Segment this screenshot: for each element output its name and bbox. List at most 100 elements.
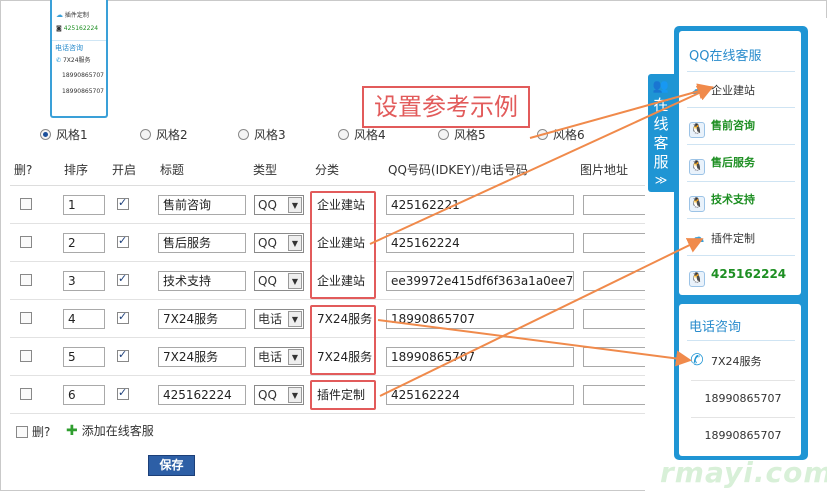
cloud-icon: ☁ [689, 80, 705, 98]
enabled-checkbox[interactable] [117, 310, 129, 324]
table-header: 删? 排序 开启 标题 类型 分类 QQ号码(IDKEY)/电话号码 图片地址 [10, 152, 650, 186]
header-title: 标题 [160, 163, 185, 177]
qq-input[interactable]: 18990865707 [386, 309, 574, 329]
row-delete-checkbox[interactable] [20, 312, 32, 324]
double-chevron-icon: ≫ [654, 173, 668, 187]
type-select[interactable]: QQ ▼ [254, 271, 304, 291]
title-input[interactable]: 售后服务 [158, 233, 246, 253]
radio-selected[interactable] [40, 129, 51, 140]
phone-service-card: 电话咨询 ✆ 7X24服务 18990865707 18990865707 [679, 304, 801, 456]
qq-contact-item[interactable]: 🐧 售后服务 [687, 149, 797, 177]
qq-contact-item[interactable]: 🐧 技术支持 [687, 186, 797, 214]
annotation-callout: 设置参考示例 [362, 86, 530, 128]
type-select[interactable]: 电话 ▼ [254, 347, 304, 367]
qq-icon: 🐧 [689, 196, 705, 212]
qq-input[interactable]: 425162224 [386, 233, 574, 253]
order-input[interactable]: 2 [63, 233, 105, 253]
qq-input[interactable]: ee39972e415df6f363a1a0ee7bf6 [386, 271, 574, 291]
category-highlight-box [310, 191, 376, 299]
type-select[interactable]: QQ ▼ [254, 385, 304, 405]
style-option-6[interactable]: 风格6 [537, 126, 585, 143]
phone-icon: ✆ [690, 350, 704, 369]
chevron-down-icon: ▼ [288, 387, 302, 403]
qq-input[interactable]: 18990865707 [386, 347, 574, 367]
image-input[interactable] [583, 233, 650, 253]
radio[interactable] [537, 129, 548, 140]
title-input[interactable]: 425162224 [158, 385, 246, 405]
title-input[interactable]: 技术支持 [158, 271, 246, 291]
divider [687, 71, 795, 72]
enabled-checkbox[interactable] [117, 234, 129, 248]
type-select[interactable]: QQ ▼ [254, 195, 304, 215]
header-order: 排序 [64, 163, 89, 177]
radio[interactable] [338, 129, 349, 140]
row-delete-checkbox[interactable] [20, 274, 32, 286]
radio[interactable] [238, 129, 249, 140]
select-all-delete[interactable]: 删? [16, 423, 50, 440]
chevron-down-icon: ▼ [288, 235, 302, 251]
phone-item: ✆ 7X24服务 [687, 346, 797, 374]
category-highlight-box [310, 305, 376, 375]
title-input[interactable]: 7X24服务 [158, 309, 246, 329]
row-delete-checkbox[interactable] [20, 236, 32, 248]
enabled-checkbox[interactable] [117, 272, 129, 286]
style-option-5[interactable]: 风格5 [438, 126, 486, 143]
radio[interactable] [438, 129, 449, 140]
row-delete-checkbox[interactable] [20, 198, 32, 210]
watermark: rmayi.com [660, 456, 827, 489]
enabled-checkbox[interactable] [117, 196, 129, 210]
style-option-1[interactable]: 风格1 [40, 126, 88, 143]
radio[interactable] [140, 129, 151, 140]
preview-number: 18990865707 [62, 88, 104, 95]
image-input[interactable] [583, 385, 650, 405]
qq-contact-item[interactable]: 🐧 425162224 [687, 260, 797, 288]
chevron-down-icon: ▼ [288, 273, 302, 289]
style-preview-thumbnail: ☁ 插件定制 ◙ 425162224 电话咨询 ✆ 7X24服务 1899086… [50, 0, 108, 118]
image-input[interactable] [583, 309, 650, 329]
order-input[interactable]: 1 [63, 195, 105, 215]
online-service-tab[interactable]: 👥 在 线 客 服 ≫ [648, 74, 674, 192]
header-image: 图片地址 [580, 163, 629, 177]
order-input[interactable]: 3 [63, 271, 105, 291]
header-delete: 删? [14, 163, 33, 177]
row-delete-checkbox[interactable] [20, 388, 32, 400]
row-delete-checkbox[interactable] [20, 350, 32, 362]
select-all-checkbox[interactable] [16, 426, 28, 438]
style-option-2[interactable]: 风格2 [140, 126, 188, 143]
order-input[interactable]: 6 [63, 385, 105, 405]
image-input[interactable] [583, 347, 650, 367]
qq-input[interactable]: 425162224 [386, 385, 574, 405]
qq-service-title: QQ在线客服 [689, 49, 762, 64]
save-button[interactable]: 保存 [148, 455, 195, 476]
image-input[interactable] [583, 195, 650, 215]
preview-item: ◙ 425162224 [56, 25, 99, 32]
divider [687, 107, 795, 108]
qq-icon: 🐧 [689, 271, 705, 287]
qq-input[interactable]: 425162221 [386, 195, 574, 215]
title-input[interactable]: 售前咨询 [158, 195, 246, 215]
qq-contact-item[interactable]: 🐧 售前咨询 [687, 112, 797, 140]
type-select[interactable]: 电话 ▼ [254, 309, 304, 329]
divider [687, 144, 795, 145]
add-service-link[interactable]: ✚ 添加在线客服 [66, 422, 154, 439]
style-option-3[interactable]: 风格3 [238, 126, 286, 143]
image-input[interactable] [583, 271, 650, 291]
type-select[interactable]: QQ ▼ [254, 233, 304, 253]
phone-service-title: 电话咨询 [689, 320, 742, 335]
header-type: 类型 [253, 163, 278, 177]
group-label: ☁ 企业建站 [687, 75, 797, 103]
header-qq: QQ号码(IDKEY)/电话号码 [388, 163, 528, 177]
divider [687, 255, 795, 256]
qq-icon: 🐧 [689, 122, 705, 138]
enabled-checkbox[interactable] [117, 386, 129, 400]
cloud-icon: ☁ [689, 228, 705, 246]
group-label: ☁ 插件定制 [687, 223, 797, 251]
category-highlight-box [310, 380, 376, 410]
enabled-checkbox[interactable] [117, 348, 129, 362]
style-option-4[interactable]: 风格4 [338, 126, 386, 143]
order-input[interactable]: 5 [63, 347, 105, 367]
header-category: 分类 [315, 163, 340, 177]
header-enabled: 开启 [112, 163, 137, 177]
order-input[interactable]: 4 [63, 309, 105, 329]
title-input[interactable]: 7X24服务 [158, 347, 246, 367]
